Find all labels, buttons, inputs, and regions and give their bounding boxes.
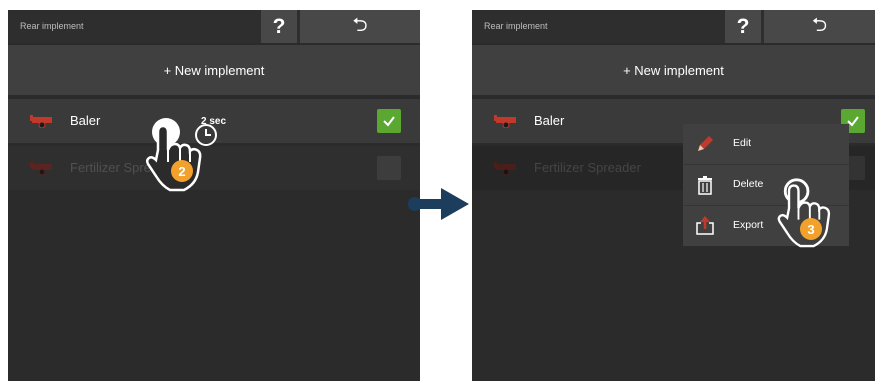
back-arrow-icon: ⮌ xyxy=(352,14,368,36)
implement-trailer-icon xyxy=(30,162,52,175)
transition-arrow-icon xyxy=(408,188,469,220)
selected-checkbox[interactable] xyxy=(377,109,401,133)
help-icon: ? xyxy=(272,14,286,38)
unselected-checkbox[interactable] xyxy=(377,156,401,180)
menu-item-label: Edit xyxy=(733,137,752,149)
help-icon: ? xyxy=(736,14,750,38)
implement-trailer-icon xyxy=(494,162,516,175)
header-title: Rear implement xyxy=(20,21,84,31)
implement-label: Baler xyxy=(534,113,565,128)
screen-before-long-press: Rear implement ? ⮌ + New implement Baler… xyxy=(8,10,420,381)
implement-label: Baler xyxy=(70,113,101,128)
new-implement-button[interactable]: + New implement xyxy=(8,45,420,95)
help-button[interactable]: ? xyxy=(725,10,761,43)
back-button[interactable]: ⮌ xyxy=(300,10,420,43)
back-arrow-icon: ⮌ xyxy=(811,14,828,36)
pencil-icon xyxy=(698,136,713,151)
implement-trailer-icon xyxy=(30,115,52,128)
implement-label: Fertilizer Spreader xyxy=(534,160,641,175)
screen-context-menu: Rear implement ? ⮌ + New implement Baler… xyxy=(472,10,875,381)
implement-trailer-icon xyxy=(494,115,516,128)
trash-icon xyxy=(698,176,712,195)
hand-tap-icon xyxy=(145,118,202,192)
export-icon xyxy=(696,216,714,235)
menu-item-edit[interactable]: Edit xyxy=(683,124,849,165)
header-bar: Rear implement ? ⮌ xyxy=(8,10,420,43)
checkmark-icon xyxy=(383,116,395,127)
header-title: Rear implement xyxy=(484,21,548,31)
hand-tap-icon xyxy=(777,178,831,248)
back-button[interactable]: ⮌ xyxy=(764,10,875,43)
step-badge: 3 xyxy=(800,218,822,240)
header-bar: Rear implement ? ⮌ xyxy=(472,10,875,43)
menu-item-label: Export xyxy=(733,219,764,231)
new-implement-button[interactable]: + New implement xyxy=(472,45,875,95)
menu-item-label: Delete xyxy=(733,178,764,190)
help-button[interactable]: ? xyxy=(261,10,297,43)
step-badge: 2 xyxy=(171,160,193,182)
implement-row-fertilizer-spreader[interactable]: Fertilizer Spreader xyxy=(8,146,420,190)
